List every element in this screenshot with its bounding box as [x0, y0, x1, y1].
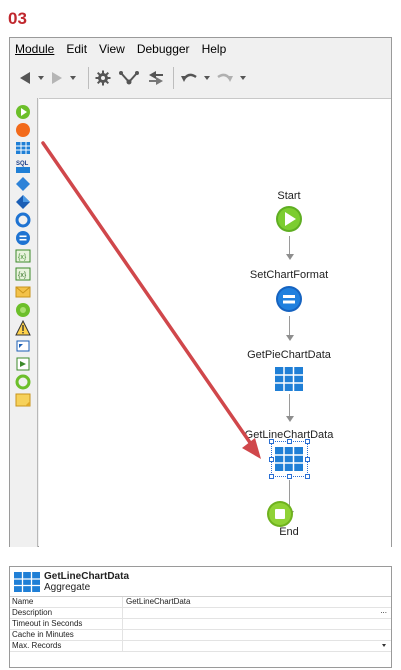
- aggregate-icon: [14, 571, 40, 592]
- toolbar-separator: [173, 67, 174, 89]
- menu-module[interactable]: Module: [15, 42, 54, 56]
- property-row-name: Name GetLineChartData: [10, 597, 391, 608]
- property-key: Cache in Minutes: [10, 630, 123, 640]
- property-key: Timeout in Seconds: [10, 619, 123, 629]
- property-key: Max. Records: [10, 641, 123, 651]
- chevron-down-icon[interactable]: [382, 644, 386, 647]
- for-each-icon[interactable]: [15, 212, 31, 228]
- drag-annotation-arrow: [41, 141, 261, 459]
- service-studio-window: Module Edit View Debugger Help SQL {x} {…: [9, 37, 392, 547]
- branch-button[interactable]: [119, 66, 139, 90]
- properties-header: GetLineChartData Aggregate: [10, 567, 391, 597]
- property-key: Name: [10, 597, 123, 607]
- end-icon[interactable]: [266, 500, 294, 528]
- cache-field[interactable]: [123, 630, 391, 640]
- step-number-label: 03: [8, 9, 27, 28]
- svg-text:{x}: {x}: [18, 272, 27, 279]
- swap-button[interactable]: [147, 66, 165, 90]
- max-records-field[interactable]: [123, 641, 391, 651]
- end-icon[interactable]: [15, 122, 31, 138]
- property-row-timeout: Timeout in Seconds: [10, 619, 391, 630]
- svg-text:{x}: {x}: [18, 254, 27, 261]
- aggregate-icon[interactable]: [15, 140, 31, 156]
- menu-view[interactable]: View: [99, 42, 125, 56]
- toolbar-separator: [88, 67, 89, 89]
- undo-button[interactable]: [180, 66, 198, 90]
- property-row-description: Description ...: [10, 608, 391, 619]
- flow-canvas[interactable]: Start SetChartFormat GetPieChartData Get…: [39, 98, 391, 547]
- menu-bar: Module Edit View Debugger Help: [10, 38, 391, 60]
- gear-icon: [95, 70, 111, 86]
- toolbar: [10, 60, 391, 96]
- start-icon[interactable]: [15, 104, 31, 120]
- back-dropdown-icon[interactable]: [38, 76, 44, 80]
- exception-handler-icon[interactable]: [15, 374, 31, 390]
- properties-panel: GetLineChartData Aggregate Name GetLineC…: [9, 566, 392, 668]
- description-field[interactable]: ...: [123, 608, 391, 618]
- properties-subtitle: Aggregate: [44, 581, 91, 593]
- svg-text:SQL: SQL: [16, 161, 29, 167]
- swap-icon: [149, 71, 163, 85]
- redo-dropdown-icon[interactable]: [240, 76, 246, 80]
- property-key: Description: [10, 608, 123, 618]
- undo-icon: [181, 73, 197, 82]
- forward-button[interactable]: [50, 66, 64, 90]
- property-row-max-records: Max. Records: [10, 641, 391, 652]
- undo-dropdown-icon[interactable]: [204, 76, 210, 80]
- menu-debugger[interactable]: Debugger: [137, 42, 190, 56]
- json-serialize-icon[interactable]: {x}: [15, 248, 31, 264]
- timeout-field[interactable]: [123, 619, 391, 629]
- property-row-cache: Cache in Minutes: [10, 630, 391, 641]
- forward-dropdown-icon[interactable]: [70, 76, 76, 80]
- comment-icon[interactable]: [15, 392, 31, 408]
- json-deserialize-icon[interactable]: {x}: [15, 266, 31, 282]
- assign-icon[interactable]: [15, 230, 31, 246]
- back-arrow-icon: [20, 72, 30, 84]
- menu-edit[interactable]: Edit: [66, 42, 87, 56]
- properties-title: GetLineChartData: [44, 570, 130, 582]
- tool-palette: SQL {x} {x}: [10, 98, 38, 547]
- menu-help[interactable]: Help: [202, 42, 227, 56]
- redo-icon: [217, 73, 233, 82]
- run-server-action-icon[interactable]: [15, 302, 31, 318]
- branch-icon: [119, 71, 139, 85]
- description-ellipsis-button[interactable]: ...: [380, 608, 387, 616]
- record-list-icon[interactable]: [15, 356, 31, 372]
- settings-button[interactable]: [95, 66, 111, 90]
- name-field[interactable]: GetLineChartData: [123, 597, 391, 607]
- raise-exception-icon[interactable]: [15, 320, 31, 336]
- redo-button[interactable]: [216, 66, 234, 90]
- sql-icon[interactable]: SQL: [15, 158, 31, 174]
- switch-icon[interactable]: [15, 194, 31, 210]
- back-button[interactable]: [18, 66, 32, 90]
- send-email-icon[interactable]: [15, 284, 31, 300]
- if-icon[interactable]: [15, 176, 31, 192]
- download-icon[interactable]: [15, 338, 31, 354]
- forward-arrow-icon: [52, 72, 62, 84]
